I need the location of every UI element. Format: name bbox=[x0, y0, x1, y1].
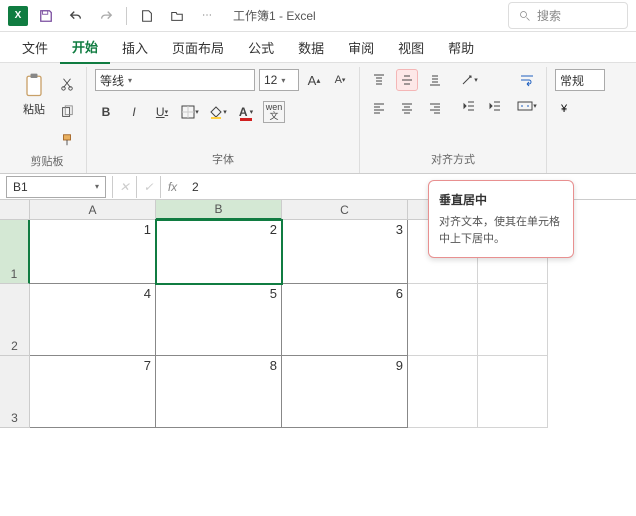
cell-A1[interactable]: 1 bbox=[30, 220, 156, 284]
align-middle-icon[interactable] bbox=[396, 69, 418, 91]
search-icon bbox=[519, 10, 531, 22]
cell-C3[interactable]: 9 bbox=[282, 356, 408, 428]
wrap-text-icon[interactable] bbox=[516, 69, 538, 91]
number-format-dropdown[interactable]: 常规 bbox=[555, 69, 605, 91]
bold-button[interactable]: B bbox=[95, 101, 117, 123]
fill-color-button[interactable]: ▾ bbox=[207, 101, 229, 123]
cell-E3[interactable] bbox=[478, 356, 548, 428]
group-alignment: ▾ ▾ 对齐方式 bbox=[360, 67, 547, 173]
cell-B3[interactable]: 8 bbox=[156, 356, 282, 428]
phonetic-button[interactable]: wen文 bbox=[263, 101, 285, 123]
group-clipboard: 粘贴 剪贴板 bbox=[8, 67, 87, 173]
copy-icon[interactable] bbox=[56, 101, 78, 123]
new-file-icon[interactable] bbox=[135, 4, 159, 28]
merge-center-icon[interactable]: ▾ bbox=[516, 95, 538, 117]
fx-icon[interactable]: fx bbox=[160, 176, 184, 198]
tab-插入[interactable]: 插入 bbox=[110, 32, 160, 63]
font-color-button[interactable]: A▾ bbox=[235, 101, 257, 123]
ribbon: 粘贴 剪贴板 等线▾ 12▾ A▴ A▾ B I U▾ ▾ ▾ bbox=[0, 62, 636, 174]
format-painter-icon[interactable] bbox=[56, 129, 78, 151]
select-all-corner[interactable] bbox=[0, 200, 30, 220]
tab-帮助[interactable]: 帮助 bbox=[436, 32, 486, 63]
align-bottom-icon[interactable] bbox=[424, 69, 446, 91]
cancel-formula-icon[interactable]: ✕ bbox=[112, 176, 136, 198]
group-label-font: 字体 bbox=[212, 149, 234, 171]
align-top-icon[interactable] bbox=[368, 69, 390, 91]
undo-icon[interactable] bbox=[64, 4, 88, 28]
cell-B2[interactable]: 5 bbox=[156, 284, 282, 356]
font-size-dropdown[interactable]: 12▾ bbox=[259, 69, 299, 91]
cell-A3[interactable]: 7 bbox=[30, 356, 156, 428]
clipboard-icon bbox=[20, 71, 48, 99]
redo-icon[interactable] bbox=[94, 4, 118, 28]
tab-开始[interactable]: 开始 bbox=[60, 31, 110, 64]
italic-button[interactable]: I bbox=[123, 101, 145, 123]
cell-A2[interactable]: 4 bbox=[30, 284, 156, 356]
tooltip-vertical-center: 垂直居中 对齐文本，使其在单元格中上下居中。 bbox=[428, 180, 574, 258]
cell-D3[interactable] bbox=[408, 356, 478, 428]
enter-formula-icon[interactable]: ✓ bbox=[136, 176, 160, 198]
align-right-icon[interactable] bbox=[424, 97, 446, 119]
window-title: 工作簿1 - Excel bbox=[233, 7, 316, 24]
group-label-clipboard: 剪贴板 bbox=[31, 151, 64, 173]
tab-数据[interactable]: 数据 bbox=[286, 32, 336, 63]
align-center-icon[interactable] bbox=[396, 97, 418, 119]
increase-font-icon[interactable]: A▴ bbox=[303, 69, 325, 91]
cell-B1[interactable]: 2 bbox=[156, 220, 282, 284]
border-button[interactable]: ▾ bbox=[179, 101, 201, 123]
currency-icon[interactable]: ¥ bbox=[555, 97, 577, 119]
col-header-B[interactable]: B bbox=[156, 200, 282, 220]
tooltip-title: 垂直居中 bbox=[439, 191, 563, 208]
ribbon-tabs: 文件开始插入页面布局公式数据审阅视图帮助 bbox=[0, 32, 636, 62]
font-name-dropdown[interactable]: 等线▾ bbox=[95, 69, 255, 91]
cell-C2[interactable]: 6 bbox=[282, 284, 408, 356]
tab-页面布局[interactable]: 页面布局 bbox=[160, 32, 236, 63]
col-header-C[interactable]: C bbox=[282, 200, 408, 220]
decrease-font-icon[interactable]: A▾ bbox=[329, 69, 351, 91]
qat-customize-icon[interactable]: ⋯ bbox=[195, 4, 219, 28]
tab-视图[interactable]: 视图 bbox=[386, 32, 436, 63]
tab-文件[interactable]: 文件 bbox=[10, 32, 60, 63]
increase-indent-icon[interactable] bbox=[484, 95, 506, 117]
save-icon[interactable] bbox=[34, 4, 58, 28]
name-box[interactable]: B1▾ bbox=[6, 176, 106, 198]
tooltip-body: 对齐文本，使其在单元格中上下居中。 bbox=[439, 214, 563, 247]
cut-icon[interactable] bbox=[56, 73, 78, 95]
row-header-3[interactable]: 3 bbox=[0, 356, 30, 428]
tab-审阅[interactable]: 审阅 bbox=[336, 32, 386, 63]
cell-C1[interactable]: 3 bbox=[282, 220, 408, 284]
group-font: 等线▾ 12▾ A▴ A▾ B I U▾ ▾ ▾ A▾ wen文 字体 bbox=[87, 67, 360, 173]
align-left-icon[interactable] bbox=[368, 97, 390, 119]
decrease-indent-icon[interactable] bbox=[458, 95, 480, 117]
col-header-A[interactable]: A bbox=[30, 200, 156, 220]
row-header-1[interactable]: 1 bbox=[0, 220, 30, 284]
excel-app-icon: X bbox=[8, 6, 28, 26]
tab-公式[interactable]: 公式 bbox=[236, 32, 286, 63]
svg-text:¥: ¥ bbox=[560, 103, 568, 115]
paste-button[interactable]: 粘贴 bbox=[16, 69, 52, 119]
underline-button[interactable]: U▾ bbox=[151, 101, 173, 123]
row-header-2[interactable]: 2 bbox=[0, 284, 30, 356]
cell-E2[interactable] bbox=[478, 284, 548, 356]
group-label-align: 对齐方式 bbox=[431, 149, 475, 171]
search-placeholder: 搜索 bbox=[537, 7, 561, 24]
search-box[interactable]: 搜索 bbox=[508, 2, 628, 29]
open-folder-icon[interactable] bbox=[165, 4, 189, 28]
orientation-icon[interactable]: ▾ bbox=[458, 69, 480, 91]
group-number: 常规 ¥ bbox=[547, 67, 613, 173]
title-bar: X ⋯ 工作簿1 - Excel 搜索 bbox=[0, 0, 636, 32]
cell-D2[interactable] bbox=[408, 284, 478, 356]
